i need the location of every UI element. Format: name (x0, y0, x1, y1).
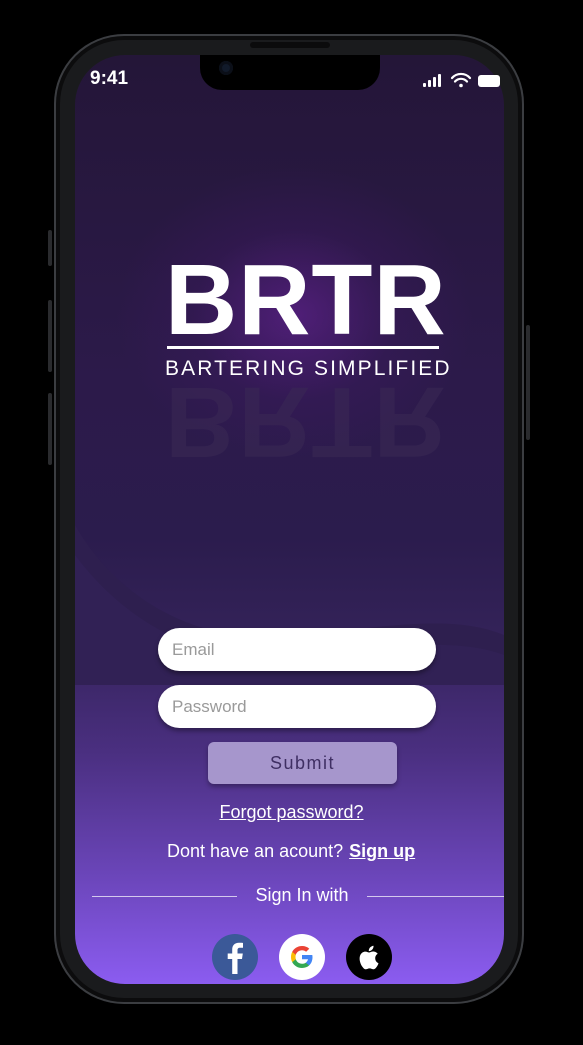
signal-icon (423, 74, 441, 87)
volume-down-button (48, 393, 52, 465)
signup-prompt: Dont have an acount? Sign up (167, 841, 415, 862)
front-camera (219, 61, 233, 75)
speaker-grille (250, 42, 330, 48)
no-account-text: Dont have an acount? (167, 841, 344, 861)
signup-link[interactable]: Sign up (349, 841, 415, 861)
brand-logo-reflection: BRTR (165, 366, 447, 478)
forgot-password-link[interactable]: Forgot password? (0, 802, 583, 823)
email-input[interactable] (158, 628, 436, 671)
brand-underline (167, 346, 439, 349)
facebook-login-button[interactable] (212, 934, 258, 980)
battery-icon (478, 75, 500, 87)
divider-line-right (367, 896, 504, 897)
brand-tagline: BARTERING SIMPLIFIED (165, 357, 452, 380)
status-time: 9:41 (90, 68, 129, 89)
google-login-button[interactable] (279, 934, 325, 980)
facebook-icon (227, 942, 243, 974)
apple-login-button[interactable] (346, 934, 392, 980)
apple-icon (359, 945, 379, 970)
status-icons (423, 72, 500, 88)
google-icon (291, 946, 313, 968)
submit-button[interactable]: Submit (208, 742, 397, 784)
silent-switch (48, 230, 52, 266)
power-button (526, 325, 530, 440)
social-divider: Sign In with (92, 884, 504, 908)
brand-name: BRTR (165, 244, 447, 356)
password-input[interactable] (158, 685, 436, 728)
volume-up-button (48, 300, 52, 372)
wifi-icon (450, 72, 472, 88)
forgot-password-label[interactable]: Forgot password? (219, 802, 363, 822)
